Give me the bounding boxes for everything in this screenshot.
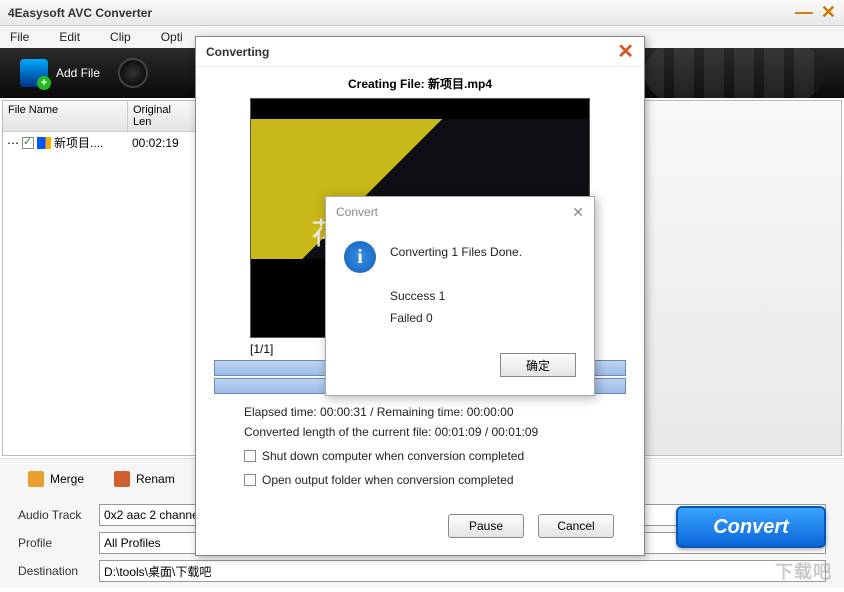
menu-clip[interactable]: Clip <box>110 30 131 44</box>
alert-title: Convert <box>336 205 378 219</box>
shutdown-checkbox[interactable] <box>244 450 256 462</box>
creating-file-label: Creating File: 新项目.mp4 <box>214 75 626 92</box>
dialog-titlebar: Converting ✕ <box>196 37 644 67</box>
merge-icon <box>28 471 44 487</box>
col-original-length[interactable]: Original Len <box>128 101 196 131</box>
merge-button[interactable]: Merge <box>18 467 94 491</box>
file-length: 00:02:19 <box>132 136 192 150</box>
alert-failed: Failed 0 <box>390 307 522 329</box>
elapsed-value: 00:00:31 / Remaining time: 00:00:00 <box>320 405 513 419</box>
file-list: File Name Original Len ⋯ 新项目.... 00:02:1… <box>2 100 197 456</box>
dialog-buttons: Pause Cancel <box>196 504 644 548</box>
openfolder-checkbox[interactable] <box>244 474 256 486</box>
alert-line1: Converting 1 Files Done. <box>390 241 522 263</box>
info-icon: i <box>344 241 376 273</box>
alert-titlebar: Convert ✕ <box>326 197 594 227</box>
app-title: 4Easysoft AVC Converter <box>8 6 152 20</box>
dialog-title: Converting <box>206 45 269 59</box>
film-reel-decoration <box>644 48 824 98</box>
converted-label: Converted length of the current file: <box>244 425 431 439</box>
col-filename[interactable]: File Name <box>3 101 128 131</box>
shutdown-label: Shut down computer when conversion compl… <box>262 446 524 466</box>
checkbox-icon[interactable] <box>22 137 34 149</box>
alert-text: Converting 1 Files Done. Success 1 Faile… <box>390 241 522 329</box>
file-counter: [1/1] <box>250 342 273 356</box>
file-list-header: File Name Original Len <box>3 101 196 132</box>
destination-label: Destination <box>18 564 93 578</box>
alert-success: Success 1 <box>390 285 522 307</box>
ok-button[interactable]: 确定 <box>500 353 576 377</box>
converted-value: 00:01:09 / 00:01:09 <box>435 425 538 439</box>
openfolder-label: Open output folder when conversion compl… <box>262 470 514 490</box>
menu-file[interactable]: File <box>10 30 29 44</box>
file-type-icon <box>37 137 51 149</box>
convert-done-alert: Convert ✕ i Converting 1 Files Done. Suc… <box>325 196 595 396</box>
rename-icon <box>114 471 130 487</box>
list-item[interactable]: ⋯ 新项目.... 00:02:19 <box>3 132 196 153</box>
audiotrack-label: Audio Track <box>18 508 93 522</box>
add-file-label: Add File <box>56 66 100 80</box>
titlebar: 4Easysoft AVC Converter — ✕ <box>0 0 844 26</box>
site-watermark: 下载吧 <box>775 558 832 584</box>
close-icon[interactable]: ✕ <box>821 2 836 23</box>
elapsed-label: Elapsed time: <box>244 405 317 419</box>
convert-button[interactable]: Convert <box>676 506 826 548</box>
minimize-icon[interactable]: — <box>795 2 813 23</box>
rename-label: Renam <box>136 472 175 486</box>
toolbar-tool-icon[interactable] <box>118 58 148 88</box>
menu-edit[interactable]: Edit <box>59 30 80 44</box>
window-buttons: — ✕ <box>795 2 836 23</box>
dialog-close-icon[interactable]: ✕ <box>617 39 634 64</box>
rename-button[interactable]: Renam <box>104 467 185 491</box>
merge-label: Merge <box>50 472 84 486</box>
info-lines: Elapsed time: 00:00:31 / Remaining time:… <box>214 396 626 496</box>
add-file-button[interactable]: Add File <box>10 55 110 91</box>
menu-options[interactable]: Opti <box>161 30 183 44</box>
convert-bar: Convert <box>676 506 826 548</box>
destination-input[interactable] <box>99 560 826 582</box>
add-file-icon <box>20 59 48 87</box>
file-name: 新项目.... <box>54 134 103 151</box>
pause-button[interactable]: Pause <box>448 514 524 538</box>
cancel-button[interactable]: Cancel <box>538 514 614 538</box>
alert-close-icon[interactable]: ✕ <box>572 204 584 221</box>
profile-label: Profile <box>18 536 93 550</box>
tree-dots: ⋯ <box>7 136 19 150</box>
